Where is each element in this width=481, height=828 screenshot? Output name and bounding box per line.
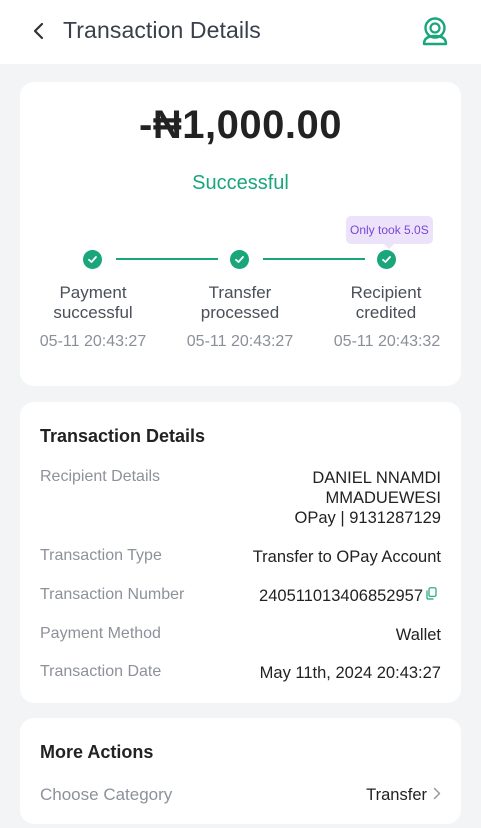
step-label-line: successful	[53, 303, 133, 322]
step-check-icon	[230, 250, 249, 269]
step-label: Recipient credited	[311, 283, 461, 323]
more-actions-title: More Actions	[40, 742, 154, 762]
transaction-number-text: 240511013406852957	[259, 587, 423, 605]
step-label: Transfer processed	[165, 283, 315, 323]
step-time: 05-11 20:43:27	[186, 333, 294, 350]
copy-icon[interactable]	[426, 587, 437, 600]
step-check-icon	[83, 250, 102, 269]
step-label-line: Recipient	[350, 283, 422, 302]
transaction-details-card: Transaction Details Recipient Details DA…	[20, 402, 461, 703]
step-label: Payment successful	[18, 283, 168, 323]
transaction-summary-card: -₦1,000.00 Successful Only took 5.0S Pay…	[20, 82, 461, 386]
step-check-icon	[377, 250, 396, 269]
progress-line-2	[263, 258, 365, 260]
step-time: 05-11 20:43:32	[333, 333, 441, 350]
payment-method-label: Payment Method	[40, 625, 161, 642]
category-value: Transfer	[366, 786, 427, 804]
recipient-details-label: Recipient Details	[40, 468, 161, 485]
step-label-line: Transfer	[208, 283, 272, 302]
step-label-line: processed	[200, 303, 280, 322]
step-label-line: Payment	[59, 283, 127, 302]
recipient-name-line: MMADUEWESI	[325, 489, 442, 507]
customer-support-icon[interactable]	[420, 15, 450, 47]
details-section-title: Transaction Details	[40, 426, 206, 446]
recipient-details-value: DANIEL NNAMDI MMADUEWESI OPay | 91312871…	[295, 468, 442, 528]
transaction-amount: -₦1,000.00	[139, 103, 342, 147]
recipient-name-line: DANIEL NNAMDI	[312, 469, 441, 487]
duration-badge: Only took 5.0S	[346, 216, 433, 249]
top-bar: Transaction Details	[0, 0, 481, 64]
transaction-number-label: Transaction Number	[40, 586, 185, 603]
payment-method-value: Wallet	[395, 626, 441, 644]
step-time: 05-11 20:43:27	[39, 333, 147, 350]
transaction-date-label: Transaction Date	[40, 663, 162, 680]
step-label-line: credited	[355, 303, 417, 322]
more-actions-card: More Actions Choose Category Transfer	[20, 718, 461, 824]
choose-category-selector[interactable]: Transfer	[366, 785, 441, 805]
back-arrow-icon[interactable]	[28, 20, 50, 42]
choose-category-label: Choose Category	[40, 785, 173, 804]
transaction-type-value: Transfer to OPay Account	[252, 548, 441, 566]
page-title: Transaction Details	[63, 17, 261, 43]
transaction-type-label: Transaction Type	[40, 547, 162, 564]
recipient-account-line: OPay | 9131287129	[294, 509, 442, 527]
transaction-status: Successful	[192, 172, 289, 194]
progress-line-1	[116, 258, 218, 260]
transaction-number-value: 240511013406852957	[259, 586, 437, 606]
transaction-date-value: May 11th, 2024 20:43:27	[259, 664, 441, 682]
chevron-right-icon	[433, 787, 441, 800]
